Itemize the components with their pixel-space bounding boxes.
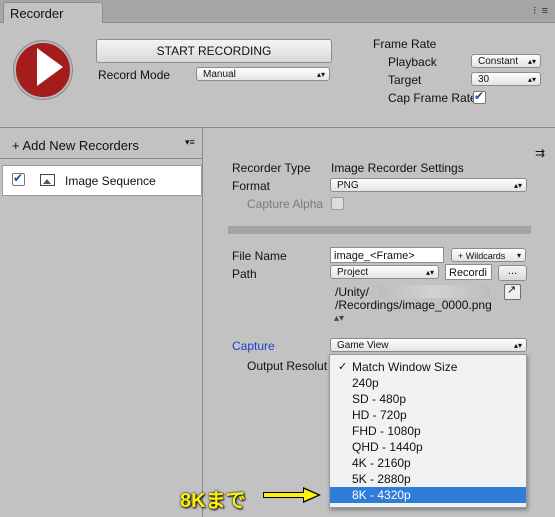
recorder-item-label: Image Sequence: [65, 174, 156, 188]
record-mode-dropdown[interactable]: Manual ▴▾: [196, 67, 330, 81]
dropdown-arrow-icon: ▴▾: [425, 268, 434, 277]
menu-item[interactable]: 4K - 2160p: [330, 455, 526, 471]
playback-label: Playback: [388, 55, 437, 69]
cap-frame-rate-checkbox[interactable]: ✔: [473, 89, 486, 104]
resolution-menu: ✓ Match Window Size 240p SD - 480p HD - …: [329, 354, 527, 508]
output-path-line2: /Recordings/image_0000.png: [335, 298, 492, 312]
menu-item[interactable]: 5K - 2880p: [330, 471, 526, 487]
recorder-enabled-checkbox[interactable]: ✔: [12, 171, 25, 186]
playback-value: Constant: [478, 56, 519, 67]
play-icon: [37, 48, 63, 86]
dropdown-arrow-icon: ▴▾: [527, 75, 536, 84]
dropdown-arrow-icon: ▾: [516, 251, 521, 260]
wildcards-label: + Wildcards: [458, 251, 506, 261]
format-dropdown[interactable]: PNG ▴▾: [330, 178, 527, 192]
list-menu-icon[interactable]: ▾≡: [185, 137, 195, 148]
preset-icon[interactable]: ⇉: [535, 146, 545, 160]
window-menu-icon[interactable]: ⁝ ≡: [533, 4, 549, 17]
dropdown-arrow-icon: ▴▾: [527, 57, 536, 66]
format-value: PNG: [337, 180, 359, 191]
image-icon: [40, 174, 55, 186]
checkmark-icon: ✔: [13, 171, 24, 185]
add-new-recorders-button[interactable]: + Add New Recorders: [12, 138, 139, 153]
checkmark-icon: ✔: [474, 89, 485, 103]
file-name-field[interactable]: image_<Frame>: [330, 247, 444, 263]
menu-item[interactable]: SD - 480p: [330, 391, 526, 407]
menu-item[interactable]: QHD - 1440p: [330, 439, 526, 455]
menu-item[interactable]: 240p: [330, 375, 526, 391]
annotation-label: 8Kまで: [180, 490, 246, 512]
browse-button[interactable]: ...: [498, 265, 527, 281]
section-divider: [228, 226, 531, 234]
path-field[interactable]: Recordi: [445, 264, 492, 280]
redacted-path: [378, 285, 490, 298]
capture-label: Capture: [232, 339, 275, 353]
menu-item-highlighted[interactable]: 8K - 4320p: [330, 487, 526, 503]
format-label: Format: [232, 179, 271, 193]
annotation-arrow-icon: [263, 487, 321, 503]
menu-item[interactable]: FHD - 1080p: [330, 423, 526, 439]
output-resolution-label: Output Resolut: [247, 359, 327, 373]
open-folder-icon[interactable]: ↗: [504, 284, 521, 300]
capture-dropdown[interactable]: Game View ▴▾: [330, 338, 527, 352]
menu-item[interactable]: ✓ Match Window Size: [330, 359, 526, 375]
capture-alpha-label: Capture Alpha: [247, 197, 324, 211]
path-root-value: Project: [337, 267, 369, 278]
target-dropdown[interactable]: 30 ▴▾: [471, 72, 541, 86]
record-mode-value: Manual: [203, 69, 236, 80]
dropdown-arrow-icon: ▴▾: [513, 341, 522, 350]
wildcards-dropdown[interactable]: + Wildcards ▾: [451, 248, 526, 262]
scroll-hint-icon: ▴▾: [334, 313, 345, 324]
tab-recorder[interactable]: Recorder: [3, 2, 103, 23]
output-path-line1: /Unity/: [335, 285, 370, 299]
recorder-type-value: Image Recorder Settings: [331, 161, 464, 175]
path-label: Path: [232, 267, 257, 281]
playback-dropdown[interactable]: Constant ▴▾: [471, 54, 541, 68]
frame-rate-label: Frame Rate: [373, 37, 437, 51]
recorder-type-label: Recorder Type: [232, 161, 311, 175]
menu-item[interactable]: HD - 720p: [330, 407, 526, 423]
tab-title: Recorder: [10, 6, 64, 21]
start-recording-button[interactable]: START RECORDING: [96, 39, 332, 63]
capture-value: Game View: [337, 340, 389, 351]
capture-alpha-checkbox[interactable]: [331, 197, 344, 210]
file-name-label: File Name: [232, 249, 287, 263]
cap-frame-rate-label: Cap Frame Rate: [388, 91, 477, 105]
dropdown-arrow-icon: ▴▾: [513, 181, 522, 190]
checkmark-icon: ✓: [338, 361, 348, 373]
record-mode-label: Record Mode: [98, 68, 171, 82]
target-label: Target: [388, 73, 422, 87]
dropdown-arrow-icon: ▴▾: [316, 70, 325, 79]
target-value: 30: [478, 74, 490, 85]
path-root-dropdown[interactable]: Project ▴▾: [330, 265, 439, 279]
